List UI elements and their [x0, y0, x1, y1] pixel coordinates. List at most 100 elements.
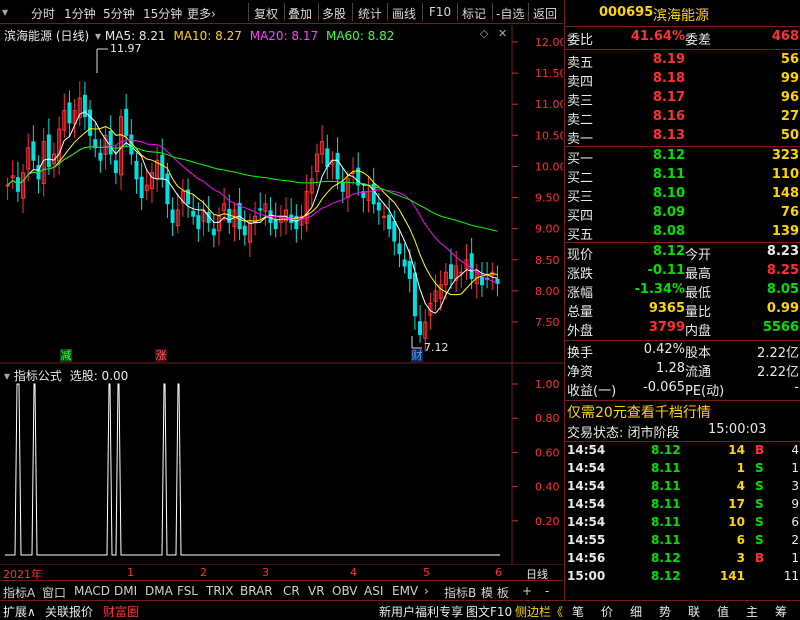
- tab-indicator-b[interactable]: 指标B: [444, 584, 476, 601]
- tick-time: 14:55: [567, 533, 606, 547]
- quote-row: 外盘 3799 内盘 5566: [565, 320, 800, 341]
- side-tab[interactable]: 值: [717, 603, 729, 620]
- stat-row: 收益(一) -0.065 PE(动) -: [565, 380, 800, 401]
- buy-row[interactable]: 买二 8.11 110: [565, 167, 800, 188]
- tab-vr[interactable]: VR: [308, 584, 325, 598]
- tab-dmi[interactable]: DMI: [114, 584, 137, 598]
- tab-window[interactable]: 窗口: [42, 584, 66, 601]
- buy-row[interactable]: 买四 8.09 76: [565, 205, 800, 226]
- tab-dma[interactable]: DMA: [145, 584, 173, 598]
- wealth-circle-button[interactable]: 财富圈: [103, 603, 139, 620]
- chevron-down-icon[interactable]: ▾: [95, 29, 101, 43]
- huaxian-button[interactable]: 画线: [392, 5, 416, 22]
- ma60-label: MA60: 8.82: [325, 29, 395, 43]
- quote-value: 9365: [648, 301, 685, 316]
- tongji-button[interactable]: 统计: [358, 5, 382, 22]
- tab-fsl[interactable]: FSL: [177, 584, 198, 598]
- quote-label: 内盘: [685, 324, 712, 339]
- side-tab[interactable]: 势: [659, 603, 671, 620]
- side-tab[interactable]: 细: [630, 603, 642, 620]
- fuquan-button[interactable]: 复权: [254, 5, 278, 22]
- tab-5min[interactable]: 5分钟: [103, 5, 135, 22]
- new-user-button[interactable]: 新用户福利专享: [379, 603, 463, 620]
- tab-more-arrow[interactable]: ›: [424, 584, 429, 598]
- back-button[interactable]: 返回: [533, 5, 557, 22]
- side-tab[interactable]: 主: [746, 603, 758, 620]
- quote-label: 现价: [567, 248, 594, 263]
- stock-header: 000695 滨海能源: [565, 5, 800, 25]
- toolbar-menu-icon[interactable]: ▾: [2, 5, 8, 19]
- tab-more[interactable]: 更多›: [187, 5, 216, 22]
- sell-row[interactable]: 卖五 8.19 56: [565, 52, 800, 73]
- expand-button[interactable]: 扩展∧: [3, 603, 36, 620]
- chart-legend: 滨海能源 (日线) ▾ MA5: 8.21 MA10: 8.27 MA20: 8…: [4, 27, 394, 44]
- tab-1min[interactable]: 1分钟: [64, 5, 96, 22]
- tick-direction: S: [755, 479, 764, 493]
- marker-cai[interactable]: 财: [411, 349, 423, 362]
- kline-chart[interactable]: 12.00 11.50 11.00 10.50 10.00 9.50 9.00 8.50 8.0…: [0, 25, 563, 565]
- quote-label: 涨跌: [567, 267, 594, 282]
- tick-time: 14:54: [567, 443, 606, 457]
- sell-row[interactable]: 卖三 8.17 96: [565, 90, 800, 111]
- tab-indicator-a[interactable]: 指标A: [3, 584, 35, 601]
- sidebar-button[interactable]: 侧边栏《: [515, 603, 563, 620]
- stat-label: 收益(一): [567, 384, 617, 399]
- tick-count: 9: [791, 497, 799, 511]
- tick-volume: 10: [728, 515, 745, 529]
- side-tab[interactable]: 筹: [775, 603, 787, 620]
- duogu-button[interactable]: 多股: [322, 5, 346, 22]
- f10-text-button[interactable]: 图文F10: [466, 603, 512, 620]
- related-quote-button[interactable]: 关联报价: [45, 603, 93, 620]
- candle-body: [124, 108, 129, 136]
- ma20-line: [7, 139, 498, 284]
- remove-window-button[interactable]: -: [545, 584, 549, 598]
- marker-jian[interactable]: 减: [60, 349, 72, 362]
- zixuan-button[interactable]: -自选: [496, 5, 524, 22]
- sell-row[interactable]: 卖二 8.16 27: [565, 109, 800, 130]
- high-price-label: 11.97: [110, 42, 142, 55]
- tab-15min[interactable]: 15分钟: [143, 5, 182, 22]
- buy-row[interactable]: 买一 8.12 323: [565, 148, 800, 169]
- tab-brar[interactable]: BRAR: [240, 584, 273, 598]
- sell-row[interactable]: 卖四 8.18 99: [565, 71, 800, 92]
- ma5-label: MA5: 8.21: [104, 29, 166, 43]
- marker-zhang[interactable]: 涨: [155, 349, 167, 362]
- tick-price: 8.11: [651, 497, 681, 511]
- tab-macd[interactable]: MACD: [74, 584, 110, 598]
- promo-text[interactable]: 仅需20元查看千档行情: [567, 402, 711, 422]
- tick-time: 14:54: [567, 497, 606, 511]
- buy-volume: 148: [771, 186, 799, 201]
- chart-title: 滨海能源 (日线): [4, 29, 90, 43]
- add-window-button[interactable]: +: [522, 584, 532, 598]
- tab-trix[interactable]: TRIX: [206, 584, 233, 598]
- candle-body: [67, 102, 72, 124]
- candle-body: [165, 173, 170, 205]
- y-tick: 1.00: [535, 378, 560, 391]
- tab-obv[interactable]: OBV: [332, 584, 358, 598]
- indicator-title[interactable]: 指标公式: [14, 369, 62, 383]
- f10-button[interactable]: F10: [429, 5, 451, 19]
- close-icon[interactable]: ✕: [498, 27, 507, 40]
- tick-time: 15:00: [567, 569, 606, 583]
- y-tick: 7.50: [535, 316, 560, 329]
- biaoji-button[interactable]: 标记: [462, 5, 486, 22]
- indicator-line: [5, 383, 500, 556]
- tab-fenshi[interactable]: 分时: [31, 5, 55, 22]
- diamond-icon[interactable]: ◇: [480, 27, 488, 40]
- buy-row[interactable]: 买三 8.10 148: [565, 186, 800, 207]
- chevron-down-icon[interactable]: ▾: [4, 369, 10, 383]
- promo-row[interactable]: 仅需20元查看千档行情: [565, 402, 800, 423]
- tab-asi[interactable]: ASI: [364, 584, 383, 598]
- tick-time: 14:54: [567, 515, 606, 529]
- side-tab[interactable]: 价: [601, 603, 613, 620]
- y-tick: 0.40: [535, 481, 560, 494]
- tab-cr[interactable]: CR: [283, 584, 300, 598]
- candle-body: [5, 184, 10, 187]
- tick-volume: 4: [736, 479, 745, 493]
- sell-price: 8.18: [652, 71, 685, 86]
- side-tab[interactable]: 笔: [572, 603, 584, 620]
- diejia-button[interactable]: 叠加: [288, 5, 312, 22]
- tab-emv[interactable]: EMV: [392, 584, 418, 598]
- side-tab[interactable]: 联: [688, 603, 700, 620]
- tab-template[interactable]: 模 板: [481, 584, 509, 601]
